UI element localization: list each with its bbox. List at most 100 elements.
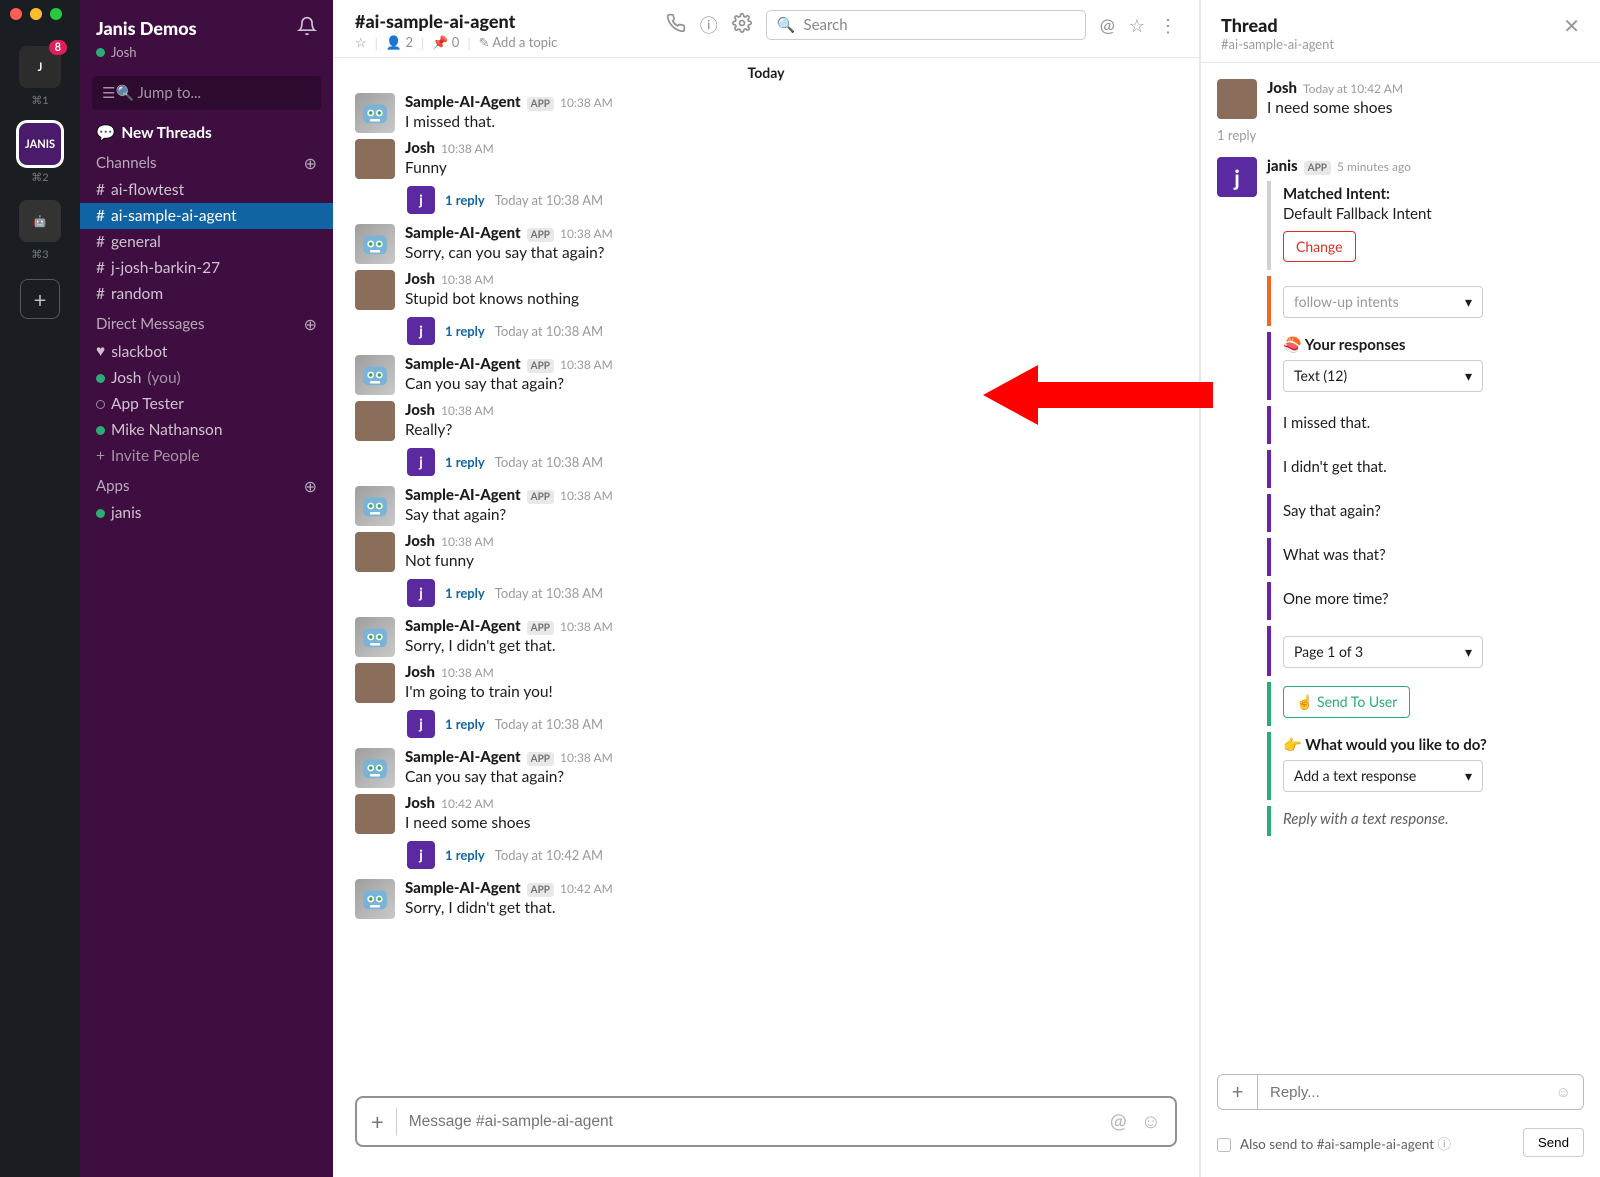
star-icon[interactable]: ☆ xyxy=(355,34,367,51)
channels-header[interactable]: Channels xyxy=(96,154,157,173)
app-item[interactable]: janis xyxy=(80,500,333,526)
message-row[interactable]: Josh10:38 AMStupid bot knows nothing xyxy=(333,266,1199,312)
avatar[interactable] xyxy=(355,224,395,264)
avatar[interactable]: j xyxy=(1217,157,1257,197)
pins-count[interactable]: 📌 0 xyxy=(432,34,459,51)
attach-button[interactable]: + xyxy=(371,1108,397,1135)
avatar[interactable] xyxy=(355,270,395,310)
thread-reply-link[interactable]: j1 replyToday at 10:38 AM xyxy=(385,710,1199,738)
thread-root-sender[interactable]: Josh xyxy=(1267,79,1297,97)
avatar[interactable] xyxy=(355,139,395,179)
mentions-icon[interactable]: @ xyxy=(1100,14,1115,36)
avatar[interactable] xyxy=(355,355,395,395)
also-send-checkbox[interactable] xyxy=(1217,1138,1231,1152)
members-count[interactable]: 👤 2 xyxy=(386,34,413,51)
minimize-window[interactable] xyxy=(30,8,42,20)
response-item[interactable]: One more time? xyxy=(1267,582,1562,620)
channel-item[interactable]: #ai-sample-ai-agent xyxy=(80,203,333,229)
message-row[interactable]: Sample-AI-AgentAPP10:38 AMCan you say th… xyxy=(333,744,1199,790)
thread-attach-button[interactable]: + xyxy=(1217,1074,1257,1110)
dm-item[interactable]: ♥slackbot xyxy=(80,338,333,365)
responses-type-select[interactable]: Text (12) ▾ xyxy=(1283,360,1483,392)
current-user[interactable]: Josh xyxy=(80,44,333,70)
message-row[interactable]: Sample-AI-AgentAPP10:42 AMSorry, I didn'… xyxy=(333,875,1199,921)
message-composer[interactable]: + @ ☺ xyxy=(355,1096,1177,1147)
page-select[interactable]: Page 1 of 3 ▾ xyxy=(1283,636,1483,668)
composer-input[interactable] xyxy=(409,1113,1098,1131)
send-button[interactable]: Send xyxy=(1523,1128,1584,1157)
channel-item[interactable]: #ai-flowtest xyxy=(80,177,333,203)
followup-select[interactable]: follow-up intents ▾ xyxy=(1283,286,1483,318)
phone-icon[interactable] xyxy=(666,13,686,37)
message-row[interactable]: Josh10:38 AMFunny xyxy=(333,135,1199,181)
add-app-button[interactable]: ⊕ xyxy=(304,477,317,496)
thread-reply-input[interactable] xyxy=(1270,1084,1546,1101)
message-list[interactable]: Sample-AI-AgentAPP10:38 AMI missed that.… xyxy=(333,85,1199,1086)
workspace-icon-1[interactable]: J xyxy=(19,46,61,88)
message-sender[interactable]: Josh xyxy=(405,794,435,812)
dm-item[interactable]: App Tester xyxy=(80,391,333,417)
avatar[interactable] xyxy=(355,617,395,657)
close-thread-button[interactable]: ✕ xyxy=(1563,14,1580,52)
message-sender[interactable]: Josh xyxy=(405,139,435,157)
channel-item[interactable]: #j-josh-barkin-27 xyxy=(80,255,333,281)
message-sender[interactable]: Sample-AI-Agent xyxy=(405,486,521,504)
response-item[interactable]: What was that? xyxy=(1267,538,1562,576)
message-sender[interactable]: Sample-AI-Agent xyxy=(405,617,521,635)
thread-reply-link[interactable]: j1 replyToday at 10:38 AM xyxy=(385,448,1199,476)
jump-to-input[interactable]: ☰🔍 Jump to... xyxy=(92,76,321,110)
add-dm-button[interactable]: ⊕ xyxy=(304,315,317,334)
message-row[interactable]: Josh10:38 AMNot funny xyxy=(333,528,1199,574)
apps-header[interactable]: Apps xyxy=(96,477,129,496)
dm-header[interactable]: Direct Messages xyxy=(96,315,204,334)
emoji-button[interactable]: ☺ xyxy=(1141,1109,1161,1134)
thread-reply-link[interactable]: j1 replyToday at 10:38 AM xyxy=(385,579,1199,607)
message-sender[interactable]: Sample-AI-Agent xyxy=(405,355,521,373)
avatar[interactable] xyxy=(1217,79,1257,119)
message-sender[interactable]: Sample-AI-Agent xyxy=(405,879,521,897)
message-sender[interactable]: Josh xyxy=(405,532,435,550)
message-row[interactable]: Sample-AI-AgentAPP10:38 AMSorry, can you… xyxy=(333,220,1199,266)
response-item[interactable]: I didn't get that. xyxy=(1267,450,1562,488)
more-icon[interactable]: ⋮ xyxy=(1159,14,1177,37)
response-item[interactable]: Say that again? xyxy=(1267,494,1562,532)
avatar[interactable] xyxy=(355,879,395,919)
thread-reply-link[interactable]: j1 replyToday at 10:42 AM xyxy=(385,841,1199,869)
stars-icon[interactable]: ☆ xyxy=(1129,14,1145,37)
message-sender[interactable]: Josh xyxy=(405,401,435,419)
channel-item[interactable]: #random xyxy=(80,281,333,307)
message-row[interactable]: Josh10:38 AMReally? xyxy=(333,397,1199,443)
close-window[interactable] xyxy=(10,8,22,20)
message-row[interactable]: Sample-AI-AgentAPP10:38 AMCan you say th… xyxy=(333,351,1199,397)
avatar[interactable] xyxy=(355,663,395,703)
emoji-button[interactable]: ☺ xyxy=(1556,1083,1571,1101)
message-sender[interactable]: Sample-AI-Agent xyxy=(405,93,521,111)
thread-reply-link[interactable]: j1 replyToday at 10:38 AM xyxy=(385,317,1199,345)
avatar[interactable] xyxy=(355,794,395,834)
message-row[interactable]: Josh10:38 AMI'm going to train you! xyxy=(333,659,1199,705)
info-icon[interactable]: ⓘ xyxy=(700,12,718,38)
avatar[interactable] xyxy=(355,486,395,526)
message-row[interactable]: Sample-AI-AgentAPP10:38 AMSorry, I didn'… xyxy=(333,613,1199,659)
workspace-icon-3[interactable]: 🤖 xyxy=(19,200,61,242)
message-sender[interactable]: Josh xyxy=(405,270,435,288)
thread-reply-link[interactable]: j1 replyToday at 10:38 AM xyxy=(385,186,1199,214)
janis-sender[interactable]: janis xyxy=(1267,157,1298,175)
dm-item[interactable]: Josh (you) xyxy=(80,365,333,391)
add-topic[interactable]: ✎ Add a topic xyxy=(479,34,558,51)
mention-button[interactable]: @ xyxy=(1110,1109,1127,1134)
notifications-icon[interactable] xyxy=(297,16,317,40)
workspace-icon-2[interactable]: JANIS xyxy=(19,123,61,165)
message-sender[interactable]: Sample-AI-Agent xyxy=(405,748,521,766)
avatar[interactable] xyxy=(355,93,395,133)
settings-icon[interactable] xyxy=(732,13,752,37)
maximize-window[interactable] xyxy=(50,8,62,20)
avatar[interactable] xyxy=(355,748,395,788)
message-row[interactable]: Sample-AI-AgentAPP10:38 AMI missed that. xyxy=(333,89,1199,135)
search-input[interactable]: 🔍 Search xyxy=(766,10,1086,40)
message-row[interactable]: Josh10:42 AMI need some shoes xyxy=(333,790,1199,836)
avatar[interactable] xyxy=(355,401,395,441)
add-channel-button[interactable]: ⊕ xyxy=(304,154,317,173)
add-workspace-button[interactable]: + xyxy=(20,279,60,319)
message-row[interactable]: Sample-AI-AgentAPP10:38 AMSay that again… xyxy=(333,482,1199,528)
